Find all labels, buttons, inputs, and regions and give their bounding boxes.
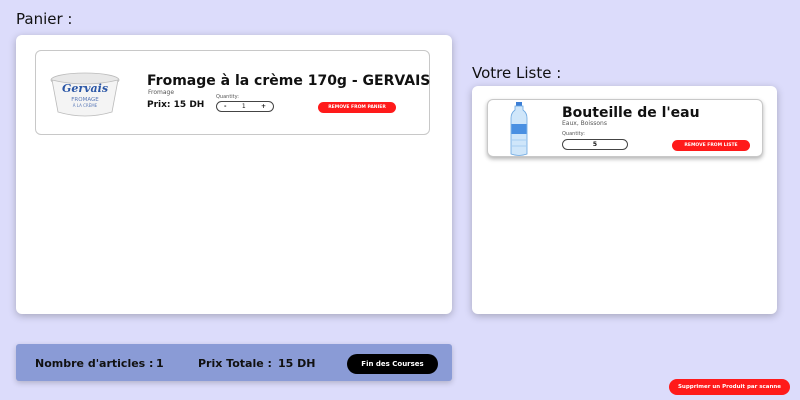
delete-scanned-product-button[interactable]: Supprimer un Produit par scanne	[669, 379, 790, 395]
articles-count-label: Nombre d'articles :	[35, 357, 154, 370]
panier-quantity-label: Quantity:	[216, 94, 239, 100]
gervais-product-image: Gervais FROMAGE À LA CRÈME	[50, 72, 120, 117]
liste-quantity-value: 5	[592, 141, 598, 148]
increment-button[interactable]: +	[261, 103, 266, 110]
svg-text:À LA CRÈME: À LA CRÈME	[73, 103, 98, 108]
water-bottle-image	[510, 102, 528, 156]
liste-panel: Bouteille de l'eau Eaux, Boissons Quanti…	[472, 86, 777, 314]
panier-title: Panier :	[16, 10, 73, 28]
liste-product-category: Eaux, Boissons	[562, 120, 607, 127]
liste-title: Votre Liste :	[472, 64, 562, 82]
gervais-logo-text: Gervais	[62, 82, 108, 95]
total-price-value: 15 DH	[278, 357, 316, 370]
finish-shopping-button[interactable]: Fin des Courses	[347, 354, 438, 374]
decrement-button[interactable]: -	[224, 103, 227, 110]
liste-quantity-field[interactable]: 5	[562, 139, 628, 150]
summary-bar: Nombre d'articles : 1 Prix Totale : 15 D…	[16, 344, 452, 381]
panier-quantity-stepper: - 1 +	[216, 101, 274, 112]
liste-product-name: Bouteille de l'eau	[562, 105, 700, 121]
panier-product-card: Gervais FROMAGE À LA CRÈME Fromage à la …	[35, 50, 430, 135]
liste-product-card: Bouteille de l'eau Eaux, Boissons Quanti…	[487, 99, 763, 157]
liste-quantity-label: Quantity:	[562, 131, 585, 137]
panier-product-name: Fromage à la crème 170g - GERVAIS	[147, 73, 431, 89]
remove-from-liste-button[interactable]: REMOVE FROM LISTE	[672, 140, 750, 151]
panier-product-category: Fromage	[148, 89, 175, 96]
total-price-label: Prix Totale :	[198, 357, 272, 370]
quantity-value: 1	[241, 103, 246, 110]
panier-product-price: Prix: 15 DH	[147, 100, 205, 110]
panier-panel: Gervais FROMAGE À LA CRÈME Fromage à la …	[16, 35, 452, 314]
remove-from-panier-button[interactable]: REMOVE FROM PANIER	[318, 102, 396, 113]
articles-count-value: 1	[156, 357, 164, 370]
